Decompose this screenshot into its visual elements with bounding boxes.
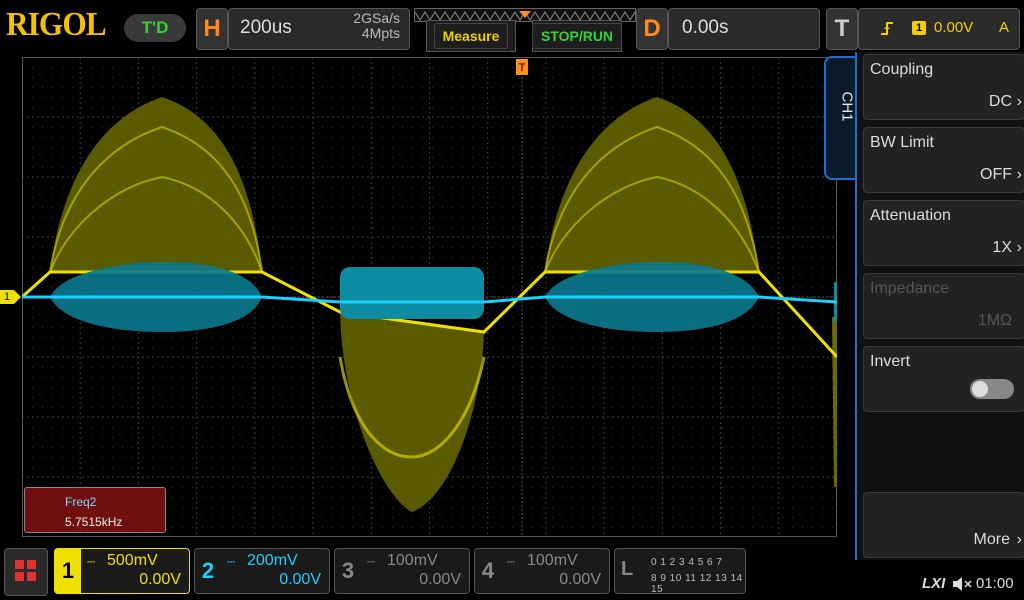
ch1-offset: 0.00V	[139, 571, 181, 588]
ch1-settings[interactable]: 1 ⎓ 500mV 0.00V	[54, 548, 190, 594]
stop-run-label: STOP/RUN	[531, 23, 623, 49]
menu-invert-title: Invert	[870, 353, 911, 370]
trigger-mode: A	[999, 19, 1010, 36]
chevron-right-icon: ›	[1016, 239, 1022, 256]
dc-coupling-icon: ⎓	[227, 557, 235, 568]
ch3-scale: 100mV	[387, 552, 438, 569]
timebase-value: 200us	[240, 17, 292, 38]
ch2-number: 2	[201, 558, 215, 583]
chevron-right-icon: ›	[1016, 531, 1022, 548]
ch4-number: 4	[481, 558, 495, 583]
menu-bw-limit[interactable]: BW Limit OFF ›	[863, 127, 1024, 193]
ch1-scale: 500mV	[107, 552, 158, 569]
home-button[interactable]	[4, 548, 48, 596]
measurement-readout[interactable]: Freq2 5.7515kHz	[24, 487, 166, 533]
trigger-level: 0.00V	[934, 19, 974, 36]
ch2-offset: 0.00V	[279, 571, 321, 588]
clock: 01:00	[976, 575, 1014, 592]
speaker-muted-icon[interactable]	[952, 576, 972, 592]
measurement-label: Freq2	[65, 495, 97, 509]
invert-toggle[interactable]	[970, 379, 1014, 399]
measurement-value: 5.7515kHz	[65, 515, 123, 529]
grid-menu-icon	[15, 560, 36, 581]
side-menu: Coupling DC › BW Limit OFF › Attenuation…	[855, 52, 1024, 560]
toggle-knob	[972, 381, 988, 397]
delay-letter[interactable]: D	[636, 8, 668, 50]
rigol-logo: RIGOL	[6, 6, 107, 43]
ch4-offset: 0.00V	[559, 571, 601, 588]
ch1-ground-marker[interactable]: 1	[0, 290, 22, 304]
stop-run-button[interactable]: STOP/RUN	[531, 20, 623, 52]
menu-coupling-title: Coupling	[870, 61, 934, 78]
chevron-right-icon: ›	[1016, 166, 1022, 183]
sample-rate: 2GSa/s	[353, 10, 400, 26]
logic-letter: L	[621, 558, 634, 580]
logic-row-2: 8 9 10 11 12 13 14 15	[651, 573, 743, 595]
menu-impedance-title: Impedance	[870, 280, 950, 297]
svg-text:T: T	[519, 62, 526, 74]
ch4-settings[interactable]: 4 ⎓ 100mV 0.00V	[474, 548, 610, 594]
trigger-source-badge: 1	[912, 21, 926, 35]
menu-impedance: Impedance 1MΩ	[863, 273, 1024, 339]
menu-coupling-value: DC	[988, 93, 1012, 110]
trigger-letter[interactable]: T	[826, 8, 858, 50]
ch3-offset: 0.00V	[419, 571, 461, 588]
waveform-display[interactable]: T	[22, 57, 837, 537]
ch1-marker-label: 1	[4, 291, 11, 303]
sample-info: 2GSa/s 4Mpts	[330, 11, 400, 41]
menu-attenuation-title: Attenuation	[870, 207, 951, 224]
trigger-edge-icon	[880, 20, 894, 36]
trigger-position-marker: T	[516, 59, 528, 75]
menu-attenuation[interactable]: Attenuation 1X ›	[863, 200, 1024, 266]
menu-bw-limit-title: BW Limit	[870, 134, 934, 151]
lxi-logo: LXI	[922, 575, 946, 592]
menu-more-label: More	[973, 531, 1010, 548]
chevron-right-icon: ›	[1016, 93, 1022, 110]
ch4-scale: 100mV	[527, 552, 578, 569]
logic-row-1: 0 1 2 3 4 5 6 7	[651, 557, 723, 568]
measure-button[interactable]: Measure	[426, 20, 516, 52]
menu-invert[interactable]: Invert	[863, 346, 1024, 412]
menu-bw-limit-value: OFF	[980, 166, 1012, 183]
dc-coupling-icon: ⎓	[507, 557, 515, 568]
trigger-pos-marker	[519, 11, 531, 18]
measure-label: Measure	[433, 23, 509, 49]
logic-settings[interactable]: L 0 1 2 3 4 5 6 7 8 9 10 11 12 13 14 15	[614, 548, 746, 595]
mode-badge[interactable]: T'D	[124, 14, 186, 42]
dc-coupling-icon: ⎓	[367, 557, 375, 568]
ch3-number: 3	[341, 558, 355, 583]
dc-coupling-icon: ⎓	[87, 557, 95, 568]
tab-ch1-label: CH1	[838, 91, 856, 122]
ch2-scale: 200mV	[247, 552, 298, 569]
ch1-number: 1	[55, 549, 81, 593]
menu-impedance-value: 1MΩ	[977, 312, 1012, 329]
delay-value: 0.00s	[682, 17, 729, 38]
ch2-settings[interactable]: 2 ⎓ 200mV 0.00V	[194, 548, 330, 594]
menu-attenuation-value: 1X	[992, 239, 1012, 256]
horizontal-letter[interactable]: H	[196, 8, 228, 50]
menu-more[interactable]: More ›	[863, 492, 1024, 558]
memory-depth: 4Mpts	[361, 25, 400, 41]
menu-coupling[interactable]: Coupling DC ›	[863, 54, 1024, 120]
ch3-settings[interactable]: 3 ⎓ 100mV 0.00V	[334, 548, 470, 594]
